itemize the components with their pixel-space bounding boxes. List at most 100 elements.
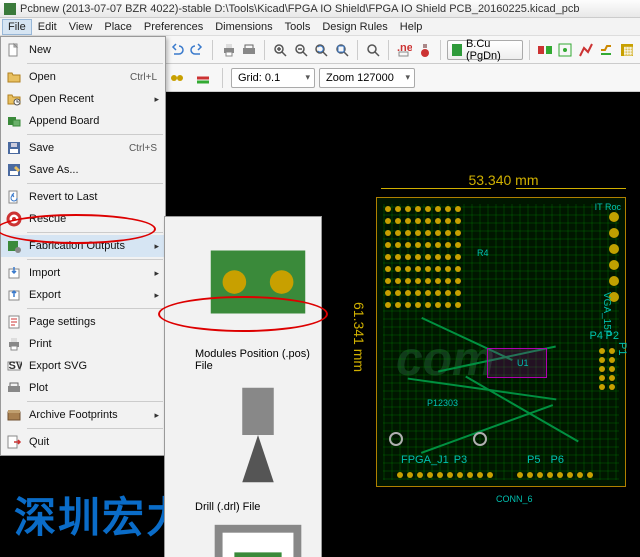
separator-icon	[440, 40, 441, 60]
window-title: Pcbnew (2013-07-07 BZR 4022)-stable D:\T…	[20, 3, 579, 15]
open-recent-icon	[6, 91, 22, 107]
menu-item-append[interactable]: Append Board	[1, 110, 165, 132]
separator-icon	[388, 40, 389, 60]
submenu-arrow-icon: ▸	[154, 268, 159, 279]
menu-item-page-settings[interactable]: Page settings	[1, 311, 165, 333]
menu-preferences[interactable]: Preferences	[138, 19, 209, 35]
silk-label: P12303	[427, 398, 458, 408]
menu-item-print[interactable]: Print	[1, 333, 165, 355]
print-icon	[6, 336, 22, 352]
zoom-out-button[interactable]	[292, 39, 310, 61]
menu-file[interactable]: File	[2, 19, 32, 35]
menu-item-export-svg[interactable]: SVG Export SVG	[1, 355, 165, 377]
menubar[interactable]: File Edit View Place Preferences Dimensi…	[0, 18, 640, 36]
save-as-icon	[6, 162, 22, 178]
submenu-arrow-icon: ▸	[154, 94, 159, 105]
pcb-board: IT Roc R4 P4 P2 U1 P12303 FPGA_J1 P3 P5 …	[376, 197, 626, 487]
svg-text:SVG: SVG	[9, 360, 23, 372]
submenu-arrow-icon: ▸	[154, 410, 159, 421]
menu-place[interactable]: Place	[98, 19, 138, 35]
scripting-button[interactable]: ▦	[618, 39, 636, 61]
netlist-button[interactable]: .net	[395, 39, 413, 61]
autorouter-button[interactable]	[597, 39, 615, 61]
new-icon	[6, 42, 22, 58]
silk-label: P1	[616, 342, 628, 355]
print-button[interactable]	[219, 39, 237, 61]
drill-icon	[195, 489, 321, 501]
svg-text:▦: ▦	[623, 45, 633, 57]
shortcut-label: Ctrl+S	[129, 143, 157, 154]
quit-icon	[6, 434, 22, 450]
zoom-redraw-button[interactable]	[312, 39, 330, 61]
submenu-item-module-rpt[interactable]: Module (.rpt) Report	[165, 513, 321, 557]
menu-item-import[interactable]: Import ▸	[1, 262, 165, 284]
grid-value: Grid: 0.1	[238, 72, 280, 84]
submenu-arrow-icon: ▸	[154, 241, 159, 252]
drc-button[interactable]	[416, 39, 434, 61]
page-icon	[6, 314, 22, 330]
separator-icon	[212, 40, 213, 60]
layer-pair-button[interactable]	[536, 39, 554, 61]
menu-help[interactable]: Help	[394, 19, 429, 35]
separator-icon	[222, 68, 223, 88]
separator-icon	[529, 40, 530, 60]
find-button[interactable]	[364, 39, 382, 61]
silk-label: U1	[517, 358, 529, 368]
track-width-button[interactable]	[192, 67, 214, 89]
import-icon	[6, 265, 22, 281]
svg-icon: SVG	[6, 358, 22, 374]
menu-item-new[interactable]: New	[1, 39, 165, 61]
silk-label: VGA_15P	[601, 292, 612, 336]
layer-select[interactable]: B.Cu (PgDn)	[447, 40, 523, 60]
plot-button[interactable]	[240, 39, 258, 61]
zoom-in-button[interactable]	[271, 39, 289, 61]
menu-item-open[interactable]: Open Ctrl+L	[1, 66, 165, 88]
menu-tools[interactable]: Tools	[279, 19, 317, 35]
silk-label: R4	[477, 248, 489, 258]
redo-button[interactable]	[188, 39, 206, 61]
dimension-horizontal: 53.340 mm	[381, 172, 626, 188]
menu-item-export[interactable]: Export ▸	[1, 284, 165, 306]
menu-dimensions[interactable]: Dimensions	[209, 19, 278, 35]
pcbnew-window: Pcbnew (2013-07-07 BZR 4022)-stable D:\T…	[0, 0, 640, 557]
zoom-select[interactable]: Zoom 127000	[319, 68, 415, 88]
menu-item-revert[interactable]: Revert to Last	[1, 186, 165, 208]
submenu-arrow-icon: ▸	[154, 290, 159, 301]
fabrication-outputs-submenu: Modules Position (.pos) File Drill (.drl…	[164, 216, 322, 557]
revert-icon	[6, 189, 22, 205]
file-menu: New Open Ctrl+L Open Recent ▸ Append Boa…	[0, 36, 166, 456]
menu-view[interactable]: View	[63, 19, 99, 35]
modules-pos-icon	[195, 336, 321, 348]
menu-item-rescue[interactable]: Rescue	[1, 208, 165, 230]
menu-item-archive[interactable]: Archive Footprints ▸	[1, 404, 165, 426]
grid-select[interactable]: Grid: 0.1	[231, 68, 315, 88]
silk-label: CONN_6	[496, 494, 533, 504]
plot-icon	[6, 380, 22, 396]
silk-label: IT Roc	[595, 202, 621, 212]
submenu-item-modules-pos[interactable]: Modules Position (.pos) File	[165, 219, 321, 372]
menu-item-save[interactable]: Save Ctrl+S	[1, 137, 165, 159]
separator-icon	[357, 40, 358, 60]
mode-footprint-button[interactable]	[556, 39, 574, 61]
silk-label: FPGA_J1 P3	[401, 454, 467, 466]
zoom-fit-button[interactable]	[333, 39, 351, 61]
export-icon	[6, 287, 22, 303]
menu-edit[interactable]: Edit	[32, 19, 63, 35]
zoom-value: Zoom 127000	[326, 72, 394, 84]
menu-design-rules[interactable]: Design Rules	[316, 19, 393, 35]
submenu-item-drill[interactable]: Drill (.drl) File	[165, 372, 321, 513]
undo-button[interactable]	[168, 39, 186, 61]
dimension-vertical: 61.341 mm	[351, 302, 367, 372]
menu-item-open-recent[interactable]: Open Recent ▸	[1, 88, 165, 110]
mode-track-button[interactable]	[577, 39, 595, 61]
layer-name: B.Cu (PgDn)	[466, 38, 518, 62]
app-icon	[4, 3, 16, 15]
save-icon	[6, 140, 22, 156]
shortcut-label: Ctrl+L	[130, 72, 157, 83]
menu-item-quit[interactable]: Quit	[1, 431, 165, 453]
archive-icon	[6, 407, 22, 423]
menu-item-save-as[interactable]: Save As...	[1, 159, 165, 181]
via-button[interactable]	[166, 67, 188, 89]
menu-item-fabrication-outputs[interactable]: Fabrication Outputs ▸	[1, 235, 165, 257]
menu-item-plot[interactable]: Plot	[1, 377, 165, 399]
